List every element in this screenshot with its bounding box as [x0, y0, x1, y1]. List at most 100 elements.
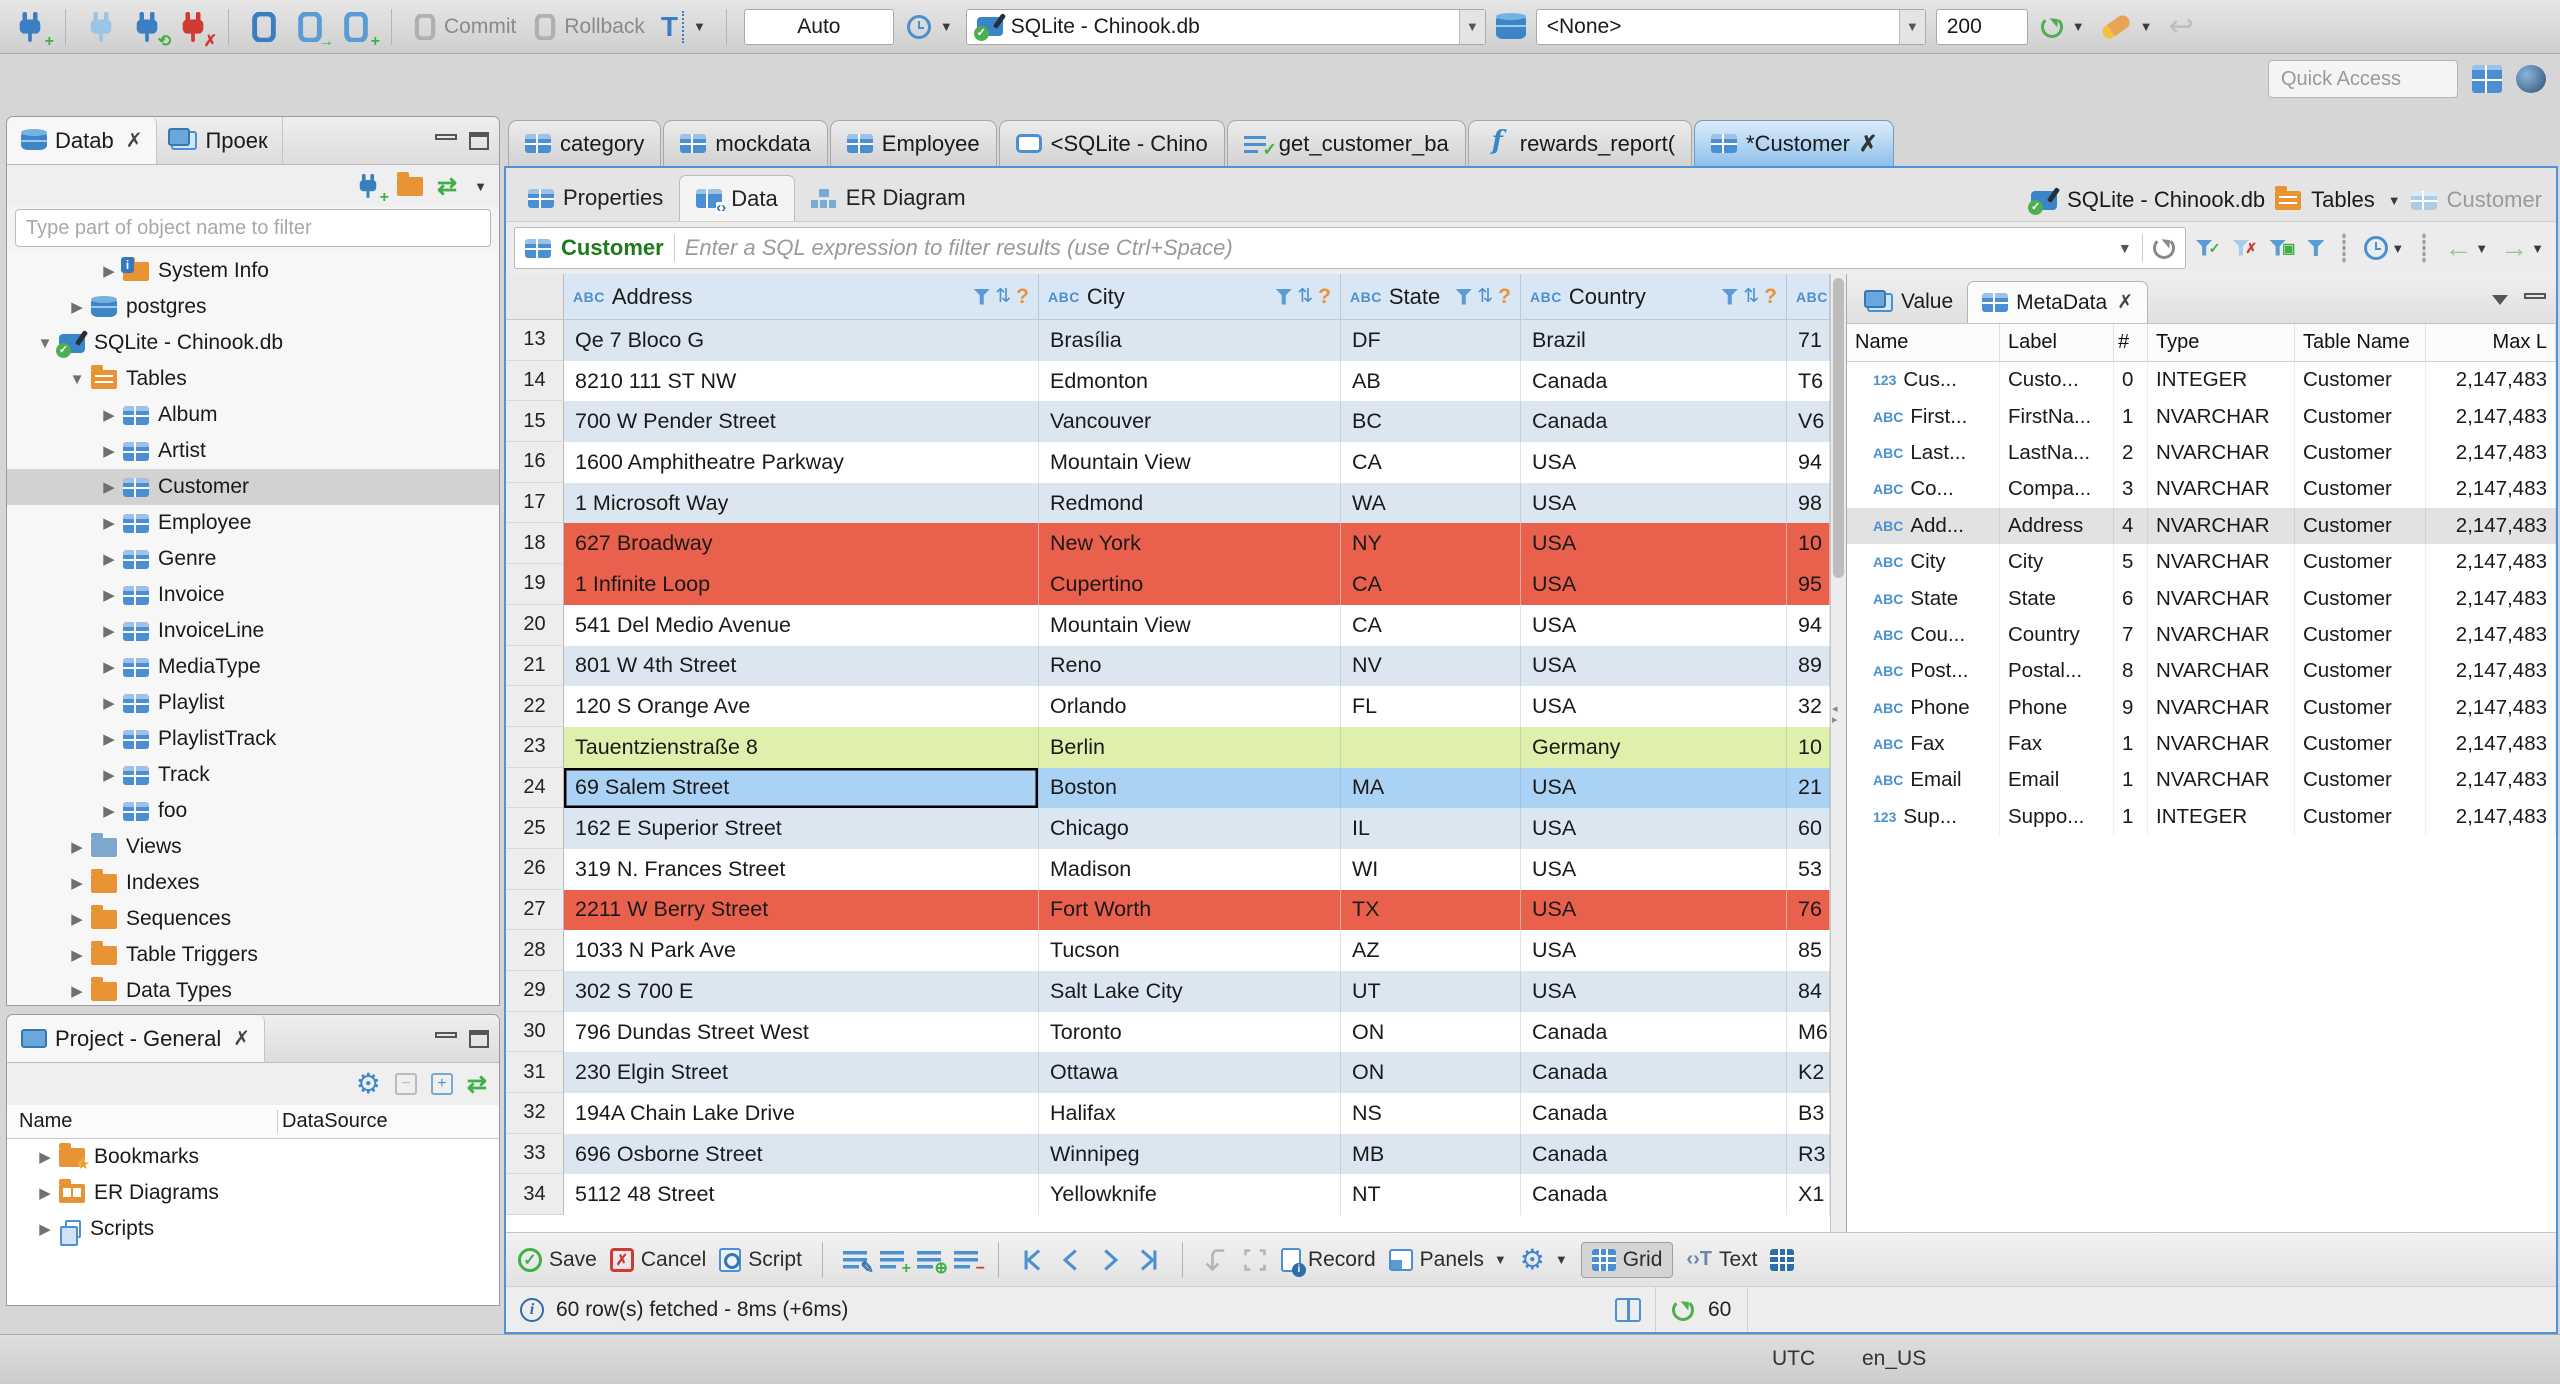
project-tree-item[interactable]: ER Diagrams [7, 1175, 499, 1211]
tree-item[interactable]: Views [7, 829, 499, 865]
cell-city[interactable]: Reno [1039, 645, 1341, 687]
table-row[interactable]: 30 796 Dundas Street West Toronto ON Can… [506, 1011, 1830, 1053]
table-row[interactable]: 32 194A Chain Lake Drive Halifax NS Cana… [506, 1093, 1830, 1134]
cell-city[interactable]: Halifax [1039, 1093, 1341, 1134]
maximize-icon[interactable] [469, 131, 489, 150]
cell-city[interactable]: Chicago [1039, 808, 1341, 849]
table-row[interactable]: 18 627 Broadway New York NY USA 10 [506, 523, 1830, 565]
column-header-label[interactable]: Label [2000, 324, 2114, 361]
perspective-dbeaver-icon[interactable] [2472, 65, 2502, 93]
gear-icon[interactable]: ⚙ [356, 1070, 381, 1098]
cell-max-length[interactable]: 2,147,483 [2426, 689, 2556, 726]
cell-state[interactable]: UT [1341, 971, 1521, 1012]
tree-item[interactable]: postgres [7, 289, 499, 325]
cell-ordinal[interactable]: 3 [2114, 471, 2148, 508]
row-number[interactable]: 14 [506, 360, 564, 402]
filter-funnel-icon[interactable] [1275, 288, 1293, 305]
cell-address[interactable]: 541 Del Medio Avenue [564, 604, 1039, 646]
table-row[interactable]: 24 69 Salem Street Boston MA USA 21 [506, 767, 1830, 809]
table-row[interactable]: 15 700 W Pender Street Vancouver BC Cana… [506, 401, 1830, 443]
cell-city[interactable]: Orlando [1039, 686, 1341, 727]
cell-country[interactable]: Canada [1521, 1093, 1787, 1134]
link-editor-icon[interactable]: ⇄ [467, 1070, 487, 1099]
cell-address[interactable]: 319 N. Frances Street [564, 848, 1039, 890]
view-menu-icon[interactable] [2492, 295, 2508, 313]
cell-column-name[interactable]: ABC Email [1847, 762, 2000, 799]
cell-ordinal[interactable]: 1 [2114, 762, 2148, 799]
cell-state[interactable]: AZ [1341, 930, 1521, 971]
row-number[interactable]: 25 [506, 808, 564, 849]
grid-view-toggle[interactable]: Grid [1580, 1241, 1674, 1278]
cell-type[interactable]: NVARCHAR [2148, 543, 2295, 581]
cell-table-name[interactable]: Customer [2295, 580, 2426, 617]
cell-max-length[interactable]: 2,147,483 [2426, 762, 2556, 799]
breadcrumb-table[interactable]: Customer [2447, 187, 2542, 213]
cell-address[interactable]: 8210 111 ST NW [564, 360, 1039, 402]
table-row[interactable]: 33 696 Osborne Street Winnipeg MB Canada… [506, 1133, 1830, 1175]
cancel-button[interactable]: ✗ Cancel [609, 1247, 706, 1272]
cell-column-name[interactable]: ABC Phone [1847, 689, 2000, 726]
row-number[interactable]: 31 [506, 1052, 564, 1094]
table-row[interactable]: 25 162 E Superior Street Chicago IL USA … [506, 808, 1830, 849]
apply-filter-button[interactable]: ✓ [2195, 239, 2220, 257]
column-datasource[interactable]: DataSource [277, 1110, 388, 1133]
cell-state[interactable]: NY [1341, 523, 1521, 565]
expand-arrow-icon[interactable] [31, 335, 59, 352]
cell-country[interactable]: USA [1521, 686, 1787, 727]
cell-label[interactable]: LastNa... [2000, 434, 2114, 472]
column-header-name[interactable]: Name [1847, 324, 2000, 361]
column-header-state[interactable]: ABC State ⇅? [1341, 274, 1521, 320]
fetch-next-button[interactable]: → ▼ [2500, 234, 2544, 262]
tab-project-general[interactable]: Project - General ✗ [7, 1015, 266, 1062]
table-row[interactable]: 17 1 Microsoft Way Redmond WA USA 98 [506, 482, 1830, 524]
column-header-table-name[interactable]: Table Name [2295, 324, 2426, 361]
editor-tab[interactable]: category ✗ [508, 120, 662, 166]
expand-arrow-icon[interactable] [95, 406, 123, 424]
new-connection-button[interactable]: + [12, 9, 54, 49]
minimize-icon[interactable] [435, 1031, 457, 1038]
metadata-row[interactable]: 123 Cus... Custo... 0 INTEGER Customer 2,… [1847, 362, 2556, 399]
perspective-globe-icon[interactable] [2516, 65, 2546, 93]
cell-table-name[interactable]: Customer [2295, 543, 2426, 581]
cell-state[interactable]: NV [1341, 645, 1521, 687]
table-row[interactable]: 19 1 Infinite Loop Cupertino CA USA 95 [506, 564, 1830, 605]
cell-country[interactable]: Canada [1521, 1052, 1787, 1094]
cell-country[interactable]: Brazil [1521, 320, 1787, 361]
corner-header-cell[interactable] [506, 274, 564, 320]
cell-ordinal[interactable]: 1 [2114, 725, 2148, 763]
last-row-button[interactable] [1136, 1247, 1162, 1273]
cell-label[interactable]: FirstNa... [2000, 398, 2114, 435]
row-number[interactable]: 13 [506, 320, 564, 361]
cell-label[interactable]: Fax [2000, 725, 2114, 763]
cell-city[interactable]: New York [1039, 523, 1341, 565]
disconnect-button[interactable]: ✗ [175, 9, 217, 49]
cell-ordinal[interactable]: 2 [2114, 434, 2148, 472]
sash-arrows-icon[interactable]: ◂ ▸ [1832, 704, 1838, 726]
cell-country[interactable]: USA [1521, 889, 1787, 931]
row-number[interactable]: 32 [506, 1093, 564, 1134]
locale-indicator[interactable]: en_US [1862, 1347, 1926, 1371]
expand-arrow-icon[interactable] [95, 766, 123, 784]
quick-access-input[interactable]: Quick Access [2268, 60, 2458, 98]
cell-label[interactable]: State [2000, 580, 2114, 617]
tab-data[interactable]: Data [679, 175, 795, 221]
cell-country[interactable]: USA [1521, 848, 1787, 890]
cell-type[interactable]: NVARCHAR [2148, 725, 2295, 763]
settings-button[interactable]: ⚙ ▼ [1520, 1245, 1568, 1274]
tree-item[interactable]: Invoice [7, 577, 499, 613]
cell-address[interactable]: 1033 N Park Ave [564, 930, 1039, 971]
table-row[interactable]: 28 1033 N Park Ave Tucson AZ USA 85 [506, 930, 1830, 971]
cell-postal[interactable]: 71 [1787, 320, 1830, 361]
cell-address[interactable]: 69 Salem Street [564, 767, 1039, 809]
metadata-row[interactable]: ABC Email Email 1 NVARCHAR Customer 2,147… [1847, 762, 2556, 799]
cell-state[interactable]: CA [1341, 442, 1521, 483]
cell-country[interactable]: USA [1521, 523, 1787, 565]
cell-ordinal[interactable]: 1 [2114, 798, 2148, 836]
cell-country[interactable]: Canada [1521, 1011, 1787, 1053]
column-header-type[interactable]: Type [2148, 324, 2295, 361]
commit-mode-combo[interactable]: Auto [743, 8, 894, 45]
expand-arrow-icon[interactable] [63, 910, 91, 928]
tree-item[interactable]: Tables [7, 361, 499, 397]
cell-country[interactable]: USA [1521, 971, 1787, 1012]
row-number[interactable]: 28 [506, 930, 564, 971]
